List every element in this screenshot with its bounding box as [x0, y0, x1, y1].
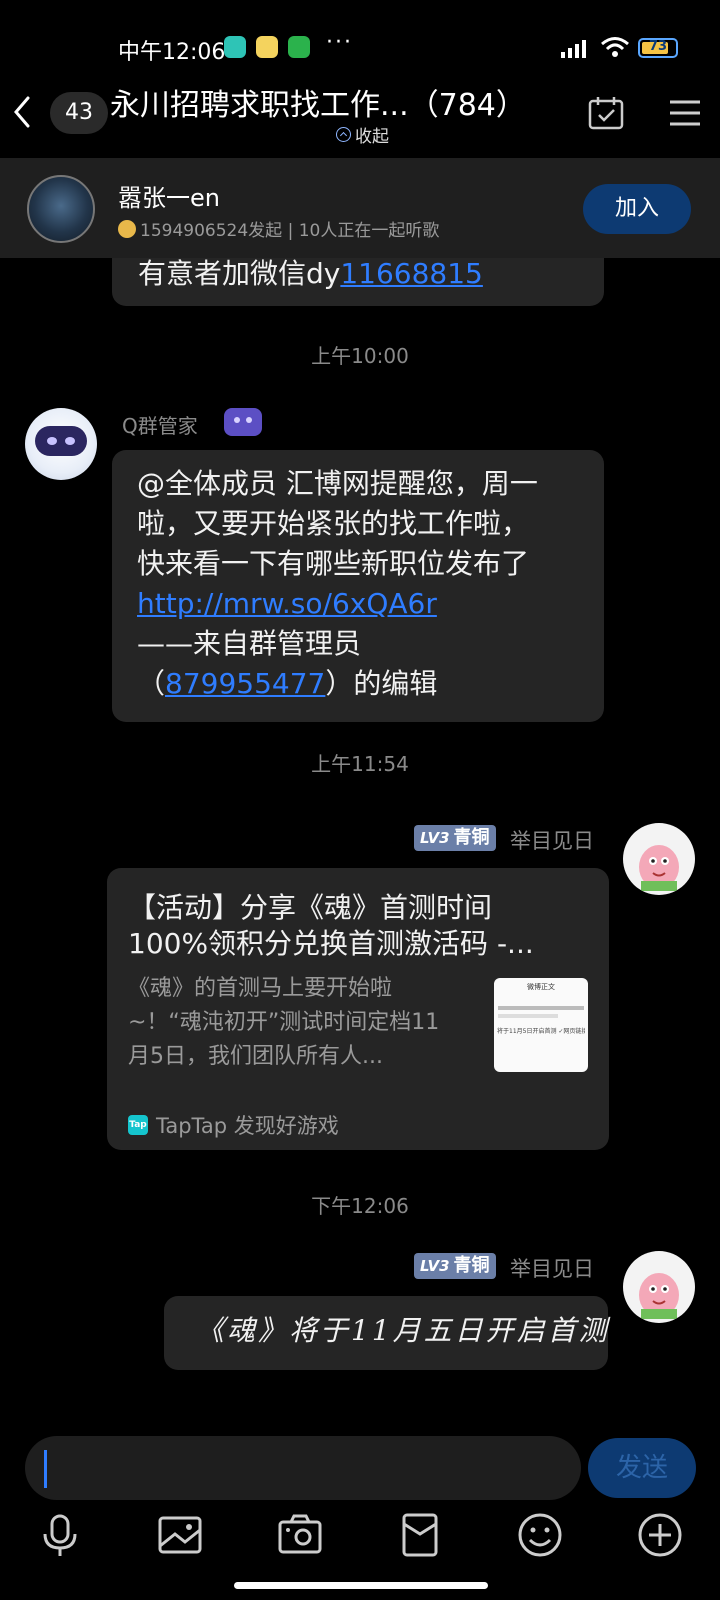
message-line: ——来自群管理员: [137, 627, 362, 660]
wifi-icon: [601, 37, 629, 57]
chevron-up-icon: [336, 127, 351, 142]
group-title[interactable]: 永川招聘求职找工作...（784）: [110, 80, 526, 124]
wechat-id-link[interactable]: 11668815: [340, 257, 483, 290]
card-source: Tap TapTap 发现好游戏: [128, 1110, 339, 1140]
camera-icon[interactable]: [275, 1510, 325, 1560]
collapse-label: 收起: [355, 127, 389, 147]
message-text: 有意者加微信dy11668815: [138, 252, 483, 292]
message-text: @全体成员 汇博网提醒您，周一 啦，又要开始紧张的找工作啦， 快来看一下有哪些新…: [137, 464, 587, 704]
sender-name: 举目见日: [510, 829, 594, 853]
calendar-check-icon[interactable]: [588, 96, 624, 130]
battery-icon: 73: [638, 38, 678, 58]
banner-name: 嚣张一en: [118, 184, 220, 212]
home-indicator[interactable]: [234, 1582, 488, 1589]
banner-subtitle: 1594906524发起 | 10人正在一起听歌: [118, 216, 439, 241]
user-avatar-icon: [118, 219, 136, 238]
rank-text: 青铜: [453, 1255, 490, 1276]
emoji-icon[interactable]: [515, 1510, 565, 1560]
card-description: 《魂》的首测马上要开始啦~！“魂沌初开”测试时间定档11月5日，我们团队所有人.…: [128, 976, 440, 1069]
image-icon[interactable]: [155, 1510, 205, 1560]
message-url-link[interactable]: http://mrw.so/6xQA6r: [137, 584, 587, 624]
signal-icon: [561, 40, 586, 58]
app-notification-icon: [224, 36, 246, 58]
app-notification-icon: [288, 36, 310, 58]
level-badge: LV3 青铜: [414, 825, 496, 851]
unread-count-badge[interactable]: 43: [50, 92, 108, 134]
banner-subtitle-text: 1594906524发起 | 10人正在一起听歌: [140, 221, 440, 241]
app-notification-icon: [256, 36, 278, 58]
microphone-icon[interactable]: [35, 1510, 85, 1560]
message-line-suffix: ）的编辑: [325, 667, 438, 700]
card-title: 【活动】分享《魂》首测时间100%领积分兑换首测激活码 -...: [128, 891, 534, 960]
level-text: LV3: [420, 1257, 450, 1275]
message-text-prefix: 有意者加微信dy: [138, 257, 341, 290]
avatar[interactable]: [25, 408, 97, 480]
timestamp: 上午10:00: [311, 344, 409, 368]
banner-avatar[interactable]: [27, 175, 95, 243]
card-source-text: TapTap 发现好游戏: [156, 1114, 339, 1138]
paren-open: （: [137, 667, 166, 700]
back-icon[interactable]: [6, 92, 36, 132]
avatar[interactable]: [623, 823, 695, 895]
taptap-icon: Tap: [128, 1115, 148, 1135]
message-line: 快来看一下有哪些新职位发布了: [137, 547, 530, 580]
message-line: （879955477）的编辑: [137, 664, 587, 704]
collapse-button[interactable]: 收起: [336, 122, 389, 147]
sender-name: Q群管家: [122, 414, 198, 438]
message-text: 《魂》将于11月五日开启首测: [196, 1314, 610, 1347]
status-time: 中午12:06: [118, 40, 226, 65]
timestamp: 上午11:54: [311, 752, 409, 776]
text-cursor: [44, 1450, 47, 1488]
thumbnail-text: 将于11月5日开启首测 ✓网页链接: [497, 1028, 585, 1035]
battery-level: 73: [648, 39, 668, 54]
send-button[interactable]: 发送: [588, 1438, 696, 1498]
level-text: LV3: [420, 829, 450, 847]
avatar[interactable]: [623, 1251, 695, 1323]
plus-icon[interactable]: [635, 1510, 685, 1560]
rank-text: 青铜: [453, 827, 490, 848]
message-line: @全体成员 汇博网提醒您，周一: [137, 467, 538, 500]
message-input[interactable]: [25, 1436, 581, 1500]
timestamp: 下午12:06: [311, 1194, 409, 1218]
sender-name: 举目见日: [510, 1257, 594, 1281]
more-notifications-icon: ···: [326, 30, 353, 55]
robot-icon: [224, 408, 262, 436]
level-badge: LV3 青铜: [414, 1253, 496, 1279]
message-line: 啦，又要开始紧张的找工作啦，: [137, 507, 530, 540]
admin-id-link[interactable]: 879955477: [165, 667, 325, 700]
thumbnail-header: 微博正文: [527, 983, 555, 991]
card-thumbnail: 微博正文 将于11月5日开启首测 ✓网页链接: [494, 978, 588, 1072]
join-button[interactable]: 加入: [583, 184, 691, 234]
red-packet-icon[interactable]: [395, 1510, 445, 1560]
menu-icon[interactable]: [668, 98, 702, 128]
